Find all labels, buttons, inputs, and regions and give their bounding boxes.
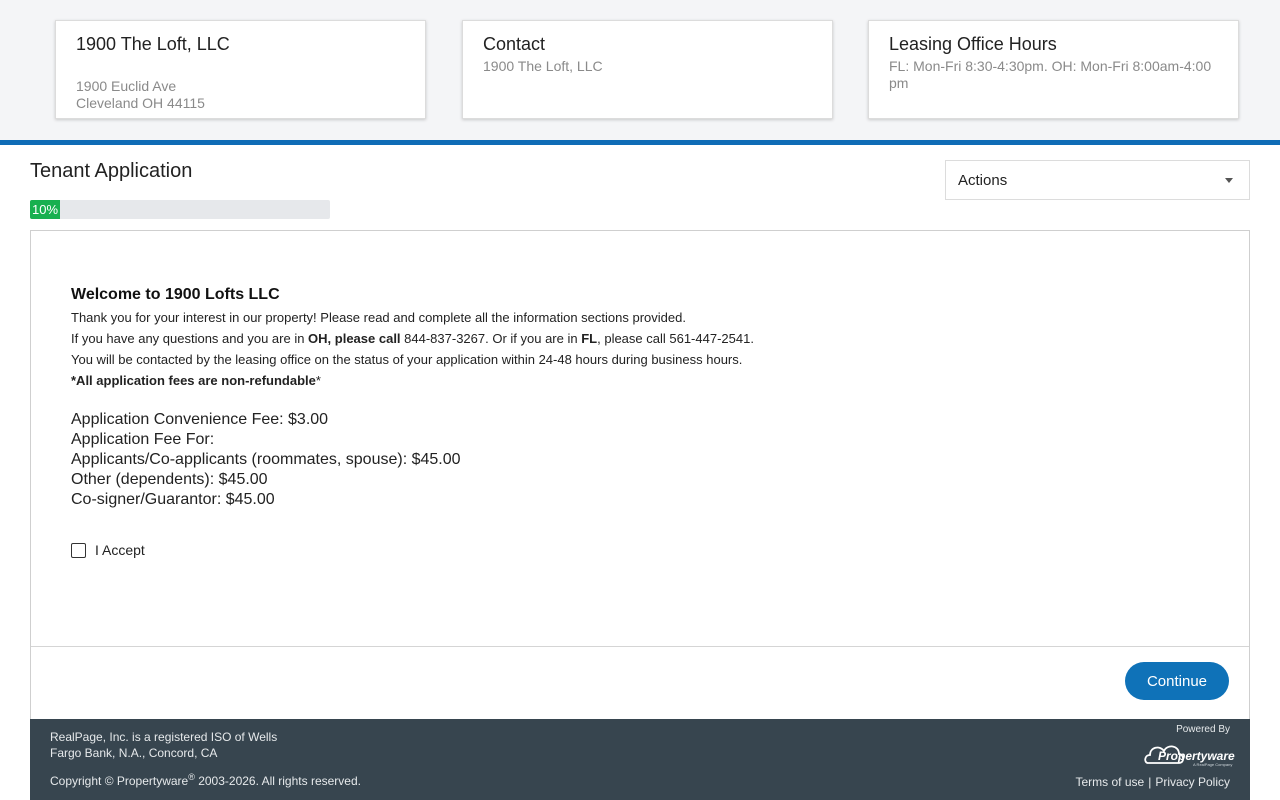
contact-title: Contact: [483, 34, 546, 54]
line2-fl-rest: , please call 561-447-2541.: [597, 331, 754, 346]
copyright-suffix: 2003-2026. All rights reserved.: [194, 774, 361, 788]
welcome-line-2: If you have any questions and you are in…: [71, 328, 1171, 349]
footer-iso-text: RealPage, Inc. is a registered ISO of We…: [50, 730, 278, 760]
fee-item: Other (dependents): $45.00: [71, 471, 268, 488]
fee-item: Applicants/Co-applicants (roommates, spo…: [71, 451, 461, 468]
continue-button[interactable]: Continue: [1125, 662, 1229, 700]
privacy-policy-link[interactable]: Privacy Policy: [1155, 775, 1230, 789]
property-address-line2: Cleveland OH 44115: [76, 95, 205, 111]
accept-row[interactable]: I Accept: [71, 542, 145, 558]
footer-links: Terms of use | Privacy Policy: [1075, 775, 1230, 789]
welcome-line-4: *All application fees are non-refundable…: [71, 370, 1171, 391]
line2-prefix: If you have any questions and you are in: [71, 331, 309, 346]
logo-tagline: A RealPage Company: [1193, 762, 1232, 767]
welcome-line-3: You will be contacted by the leasing off…: [71, 352, 743, 367]
propertyware-logo-icon: Propertyware A RealPage Company: [1144, 745, 1235, 767]
office-hours-text: FL: Mon-Fri 8:30-4:30pm. OH: Mon-Fri 8:0…: [889, 58, 1212, 91]
fee-item: Application Convenience Fee: $3.00: [71, 411, 329, 428]
notice-end: *: [315, 373, 321, 388]
footer-copyright: Copyright © Propertyware® 2003-2026. All…: [50, 772, 361, 788]
line2-oh-bold: OH, please call: [308, 331, 401, 346]
fee-item: Application Fee For:: [71, 431, 215, 448]
contact-name: 1900 The Loft, LLC: [483, 58, 603, 74]
accept-label[interactable]: I Accept: [95, 542, 145, 558]
welcome-heading: Welcome to 1900 Lofts LLC: [71, 286, 280, 303]
property-name: 1900 The Loft, LLC: [76, 34, 230, 54]
property-card: 1900 The Loft, LLC 1900 Euclid Ave Cleve…: [55, 20, 426, 119]
office-hours-card: Leasing Office Hours FL: Mon-Fri 8:30-4:…: [868, 20, 1239, 119]
chevron-down-icon: [1225, 177, 1233, 183]
terms-of-use-link[interactable]: Terms of use: [1075, 775, 1144, 789]
header-divider: [0, 140, 1280, 145]
property-address-line1: 1900 Euclid Ave: [76, 78, 177, 94]
welcome-line-1: Thank you for your interest in our prope…: [71, 310, 686, 325]
fee-list: Application Convenience Fee: $3.00 Appli…: [71, 410, 1171, 510]
progress-bar: 10%: [30, 200, 330, 219]
link-separator: |: [1148, 775, 1152, 789]
page-title: Tenant Application: [30, 160, 193, 182]
registered-mark: ®: [188, 772, 195, 782]
actions-label: Actions: [958, 171, 1008, 189]
powered-by-label: Powered By: [1176, 724, 1230, 735]
actions-dropdown[interactable]: Actions: [945, 160, 1250, 200]
line2-fl-bold: FL: [581, 331, 598, 346]
fee-item: Co-signer/Guarantor: $45.00: [71, 491, 275, 508]
office-hours-title: Leasing Office Hours: [889, 34, 1057, 54]
logo-wordmark: Propertyware: [1158, 749, 1235, 763]
welcome-section: Welcome to 1900 Lofts LLC Thank you for …: [71, 286, 1171, 510]
line2-oh-phone: 844-837-3267. Or if you are in: [400, 331, 582, 346]
footer: RealPage, Inc. is a registered ISO of We…: [30, 719, 1250, 800]
progress-fill: 10%: [30, 200, 60, 219]
copyright-prefix: Copyright © Propertyware: [50, 774, 189, 788]
non-refundable-notice: *All application fees are non-refundable: [71, 373, 316, 388]
panel-divider: [31, 646, 1249, 647]
application-panel: Welcome to 1900 Lofts LLC Thank you for …: [30, 230, 1250, 719]
contact-card: Contact 1900 The Loft, LLC: [462, 20, 833, 119]
accept-checkbox[interactable]: [71, 542, 86, 558]
